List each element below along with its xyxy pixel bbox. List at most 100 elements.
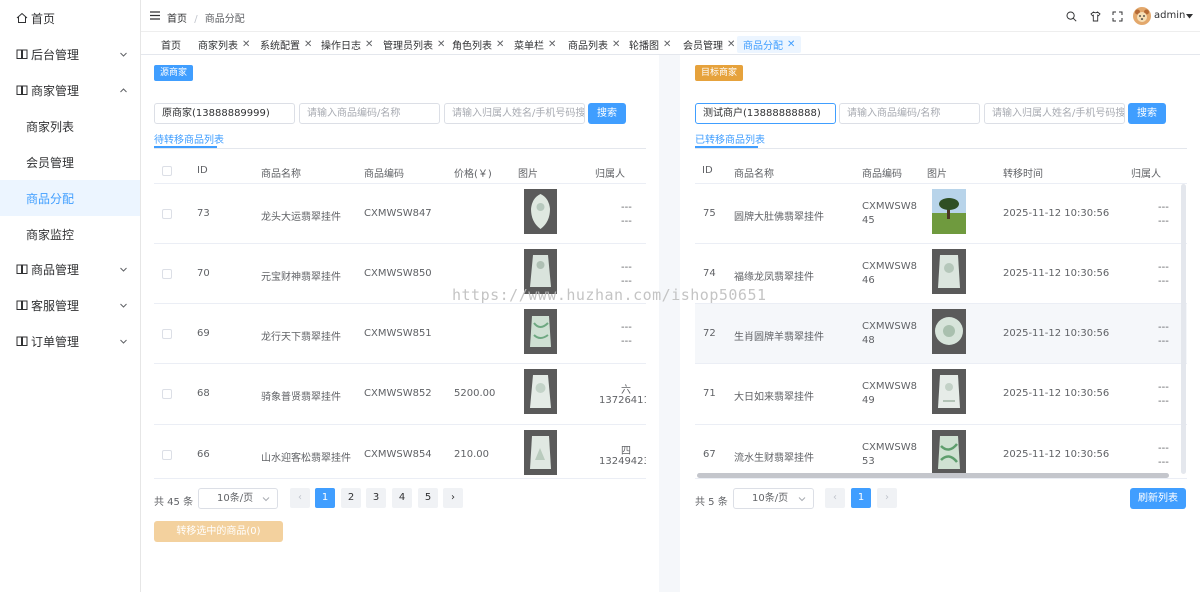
- page-4[interactable]: 4: [392, 488, 412, 508]
- product-image[interactable]: [932, 249, 966, 294]
- tag-menu[interactable]: 菜单栏 ✕: [514, 36, 556, 53]
- close-icon[interactable]: ✕: [365, 39, 373, 50]
- source-owner-search-input[interactable]: 请输入归属人姓名/手机号码搜索: [444, 103, 585, 124]
- submenu-merchant-list[interactable]: 商家列表: [0, 108, 140, 144]
- tag-label: 角色列表: [452, 41, 492, 52]
- submenu-merchant-monitor[interactable]: 商家监控: [0, 216, 140, 252]
- menu-admin-label: 后台管理: [31, 47, 80, 62]
- page-3[interactable]: 3: [366, 488, 386, 508]
- page-2[interactable]: 2: [341, 488, 361, 508]
- vertical-scrollbar[interactable]: [1181, 184, 1186, 474]
- close-icon[interactable]: ✕: [242, 39, 250, 50]
- chevron-down-icon: [120, 267, 127, 272]
- menu-home[interactable]: 首页: [0, 0, 140, 36]
- shirt-icon[interactable]: [1090, 11, 1101, 22]
- prev-page-button[interactable]: ‹: [825, 488, 845, 508]
- transfer-selected-button[interactable]: 转移选中的商品(0): [154, 521, 283, 542]
- product-image[interactable]: [932, 369, 966, 414]
- tag-role-list[interactable]: 角色列表 ✕: [452, 36, 504, 53]
- col-owner: 归属人: [595, 169, 625, 180]
- close-icon[interactable]: ✕: [496, 39, 504, 50]
- close-icon[interactable]: ✕: [437, 39, 445, 50]
- menu-service[interactable]: 客服管理: [0, 287, 140, 323]
- prev-page-button[interactable]: ‹: [290, 488, 310, 508]
- close-icon[interactable]: ✕: [727, 39, 735, 50]
- product-image[interactable]: [524, 309, 557, 354]
- menu-toggle-icon[interactable]: [150, 11, 160, 20]
- close-icon[interactable]: ✕: [548, 39, 556, 50]
- tag-merchant-list[interactable]: 商家列表 ✕: [198, 36, 250, 53]
- tag-carousel[interactable]: 轮播图 ✕: [629, 36, 671, 53]
- tag-member[interactable]: 会员管理 ✕: [683, 36, 735, 53]
- tag-product-list[interactable]: 商品列表 ✕: [568, 36, 620, 53]
- target-merchant-select[interactable]: 测试商户(13888888888): [695, 103, 836, 124]
- tag-admin-list[interactable]: 管理员列表 ✕: [383, 36, 445, 53]
- tag-operation-log[interactable]: 操作日志 ✕: [321, 36, 373, 53]
- panel-gap: [659, 55, 680, 592]
- row-id: 66: [197, 449, 210, 460]
- menu-product[interactable]: 商品管理: [0, 251, 140, 287]
- menu-merchant[interactable]: 商家管理: [0, 72, 140, 108]
- menu-admin[interactable]: 后台管理: [0, 36, 140, 72]
- col-price: 价格(￥): [454, 169, 492, 180]
- row-code: CXMWSW854: [364, 449, 432, 460]
- product-image[interactable]: [932, 430, 966, 475]
- page-1[interactable]: 1: [851, 488, 871, 508]
- row-checkbox[interactable]: [162, 389, 172, 399]
- refresh-list-button[interactable]: 刷新列表: [1130, 488, 1186, 509]
- source-merchant-select[interactable]: 原商家(13888889999): [154, 103, 295, 124]
- top-header: 首页 / 商品分配 admin: [141, 0, 1200, 32]
- breadcrumb-home[interactable]: 首页: [167, 14, 187, 25]
- close-icon[interactable]: ✕: [612, 39, 620, 50]
- source-code-search-input[interactable]: 请输入商品编码/名称: [299, 103, 440, 124]
- tab-transferred-products[interactable]: 已转移商品列表: [695, 131, 765, 146]
- tag-label: 商品列表: [568, 41, 608, 52]
- caret-down-icon[interactable]: [1186, 14, 1193, 19]
- page-1[interactable]: 1: [315, 488, 335, 508]
- row-checkbox[interactable]: [162, 450, 172, 460]
- header-divider: [695, 183, 1187, 184]
- row-checkbox[interactable]: [162, 329, 172, 339]
- tag-home[interactable]: 首页: [161, 36, 181, 53]
- book-icon: [16, 85, 28, 95]
- chevron-down-icon: [120, 339, 127, 344]
- total-count: 共 5 条: [695, 497, 728, 508]
- source-search-button[interactable]: 搜索: [588, 103, 626, 124]
- search-icon[interactable]: [1066, 11, 1077, 22]
- row-checkbox[interactable]: [162, 209, 172, 219]
- product-image[interactable]: [932, 309, 966, 354]
- row-owner-phone: ---: [621, 336, 632, 347]
- product-image[interactable]: [524, 430, 557, 475]
- submenu-product-assign[interactable]: 商品分配: [0, 180, 140, 216]
- close-icon[interactable]: ✕: [663, 39, 671, 50]
- target-code-search-input[interactable]: 请输入商品编码/名称: [839, 103, 980, 124]
- row-id: 70: [197, 268, 210, 279]
- row-checkbox[interactable]: [162, 269, 172, 279]
- product-image[interactable]: [524, 189, 557, 234]
- menu-order[interactable]: 订单管理: [0, 323, 140, 359]
- fullscreen-icon[interactable]: [1112, 11, 1123, 22]
- row-name: 大日如来翡翠挂件: [734, 392, 814, 403]
- next-page-button[interactable]: ›: [877, 488, 897, 508]
- tag-system-config[interactable]: 系统配置 ✕: [260, 36, 312, 53]
- target-search-button[interactable]: 搜索: [1128, 103, 1166, 124]
- product-image[interactable]: [932, 189, 966, 234]
- page-5[interactable]: 5: [418, 488, 438, 508]
- tag-product-assign[interactable]: 商品分配 ✕: [737, 36, 802, 53]
- select-all-checkbox[interactable]: [162, 166, 172, 176]
- row-transfer-time: 2025-11-12 10:30:56: [1003, 208, 1110, 219]
- close-icon[interactable]: ✕: [304, 39, 312, 50]
- user-name[interactable]: admin: [1154, 10, 1185, 21]
- table-row[interactable]: 72 生肖圆牌羊翡翠挂件 CXMWSW8 48 2025-11-12 10:30…: [695, 304, 1187, 363]
- page-size-select[interactable]: 10条/页: [733, 488, 814, 509]
- next-page-button[interactable]: ›: [443, 488, 463, 508]
- target-owner-search-input[interactable]: 请输入归属人姓名/手机号码搜索: [984, 103, 1125, 124]
- submenu-member[interactable]: 会员管理: [0, 144, 140, 180]
- menu-merchant-label: 商家管理: [31, 83, 80, 98]
- avatar[interactable]: [1133, 7, 1151, 25]
- tab-pending-products[interactable]: 待转移商品列表: [154, 131, 224, 146]
- page-size-select[interactable]: 10条/页: [198, 488, 278, 509]
- col-name: 商品名称: [734, 169, 774, 180]
- close-icon[interactable]: ✕: [787, 39, 795, 50]
- product-image[interactable]: [524, 369, 557, 414]
